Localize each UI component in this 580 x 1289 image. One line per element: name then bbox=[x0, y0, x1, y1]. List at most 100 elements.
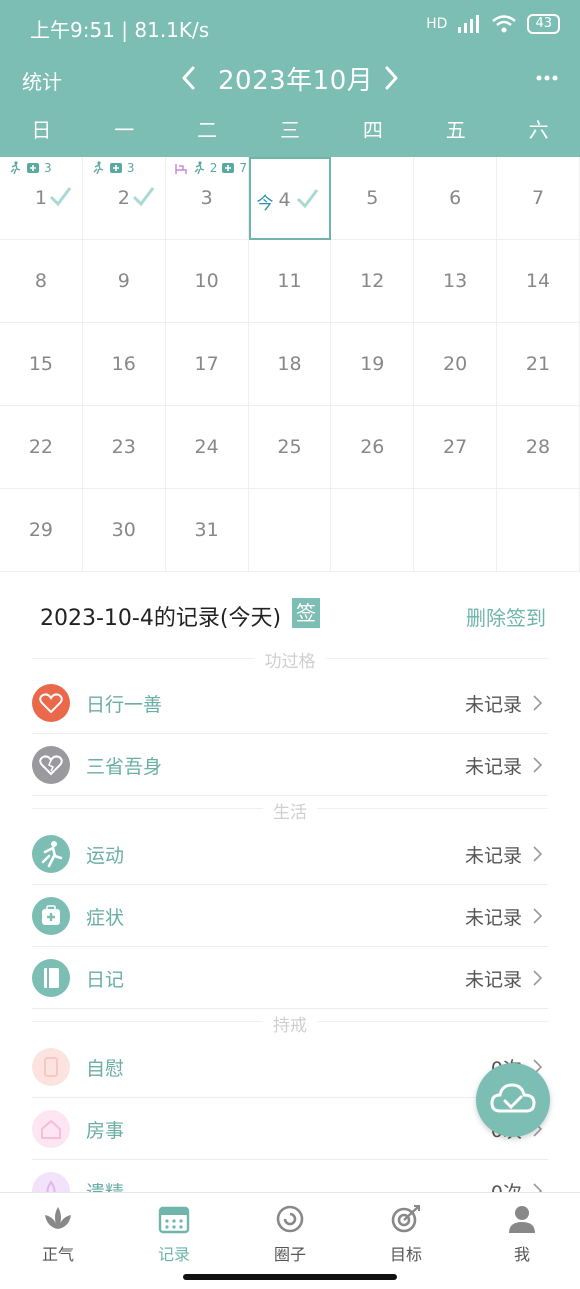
calendar-day[interactable]: 10 bbox=[165, 240, 249, 323]
list-item-exercise[interactable]: 运动 未记录 bbox=[32, 823, 548, 885]
calendar-day[interactable]: 14 bbox=[497, 240, 580, 323]
medkit-icon bbox=[26, 161, 40, 178]
day-number: 20 bbox=[443, 353, 468, 375]
calendar-day[interactable]: 25 bbox=[248, 406, 332, 489]
day-number: 28 bbox=[525, 436, 551, 458]
stats-button[interactable]: 统计 bbox=[22, 66, 62, 95]
notebook-icon bbox=[32, 959, 70, 997]
list-item-label: 三省吾身 bbox=[86, 756, 163, 778]
day-number: 7 bbox=[531, 187, 545, 209]
more-icon[interactable] bbox=[534, 64, 560, 92]
calendar-day[interactable]: 9 bbox=[82, 240, 166, 323]
day-number: 29 bbox=[28, 519, 54, 541]
calendar-day[interactable]: 23 bbox=[82, 406, 166, 489]
today-tag: 今 bbox=[256, 194, 274, 214]
calendar-day[interactable]: 19 bbox=[331, 323, 415, 406]
battery-indicator: 43 bbox=[527, 14, 560, 34]
calendar-day[interactable]: 18 bbox=[248, 323, 332, 406]
calendar-day[interactable]: 15 bbox=[0, 323, 83, 406]
calendar-day[interactable]: 26 bbox=[331, 406, 415, 489]
list-item-symptom[interactable]: 症状 未记录 bbox=[32, 885, 548, 947]
weekday-sun: 日 bbox=[31, 118, 52, 142]
list-item-value: 未记录 bbox=[464, 845, 522, 867]
calendar-day[interactable]: 28 bbox=[497, 406, 580, 489]
list-item-masturbation[interactable]: 自慰 0次 bbox=[32, 1036, 548, 1098]
heart-icon bbox=[32, 684, 70, 722]
calendar-day[interactable]: 31 bbox=[165, 489, 249, 572]
calendar-day[interactable]: 11 bbox=[248, 240, 332, 323]
calendar-day-1[interactable]: 3 1 bbox=[0, 157, 83, 240]
calendar-week-4: 22 23 24 25 26 27 28 bbox=[0, 406, 580, 489]
day-number: 24 bbox=[194, 436, 219, 458]
chevron-left-icon[interactable] bbox=[178, 64, 200, 92]
section-label-merit: 功过格 bbox=[0, 647, 580, 672]
day-record-marks: 2 7 bbox=[174, 161, 247, 178]
calendar-day[interactable]: 13 bbox=[414, 240, 498, 323]
running-icon bbox=[192, 161, 206, 178]
list-item-self-reflection[interactable]: 三省吾身 未记录 bbox=[32, 734, 548, 796]
running-icon bbox=[91, 161, 105, 178]
list-item-value: 未记录 bbox=[464, 694, 522, 716]
calendar-day[interactable]: 21 bbox=[497, 323, 580, 406]
cloud-sync-button[interactable] bbox=[476, 1063, 550, 1137]
day-number: 4 bbox=[278, 189, 291, 211]
day-number: 22 bbox=[28, 436, 54, 458]
calendar-day[interactable]: 17 bbox=[165, 323, 249, 406]
top-bar: 统计 2023年10月 bbox=[0, 56, 580, 104]
list-item-diary[interactable]: 日记 未记录 bbox=[32, 947, 548, 1009]
day-number: 17 bbox=[194, 353, 219, 375]
calendar-icon bbox=[158, 1206, 190, 1234]
exercise-count: 2 bbox=[209, 161, 218, 175]
check-icon bbox=[49, 187, 72, 207]
weekday-tue: 二 bbox=[197, 118, 218, 142]
calendar-day-7[interactable]: 7 bbox=[497, 157, 580, 240]
weekday-thu: 四 bbox=[362, 118, 383, 142]
calendar-day-6[interactable]: 6 bbox=[414, 157, 498, 240]
calendar-day[interactable]: 12 bbox=[331, 240, 415, 323]
weekday-fri: 五 bbox=[445, 118, 466, 142]
day-number: 9 bbox=[117, 270, 130, 292]
day-number: 26 bbox=[360, 436, 385, 458]
status-bar: 上午9:51 | 81.1K/s HD 43 bbox=[0, 0, 580, 56]
bed-icon bbox=[174, 161, 188, 178]
lotus-icon bbox=[45, 1207, 71, 1229]
calendar-day[interactable]: 29 bbox=[0, 489, 83, 572]
calendar-day[interactable]: 20 bbox=[414, 323, 498, 406]
status-icons: HD 43 bbox=[426, 14, 560, 34]
calendar-day-2[interactable]: 3 2 bbox=[82, 157, 166, 240]
calendar-day-4-today[interactable]: 今 4 bbox=[248, 157, 332, 240]
list-item-intimacy[interactable]: 房事 0次 bbox=[32, 1098, 548, 1160]
sign-badge[interactable]: 签 bbox=[292, 598, 320, 628]
tab-zhengqi[interactable]: 正气 bbox=[0, 1193, 116, 1289]
calendar-day[interactable]: 27 bbox=[414, 406, 498, 489]
calendar-day[interactable]: 30 bbox=[82, 489, 166, 572]
calendar-day-3[interactable]: 2 7 3 bbox=[165, 157, 249, 240]
day-number: 14 bbox=[525, 270, 551, 292]
calendar-day[interactable]: 16 bbox=[82, 323, 166, 406]
day-number: 19 bbox=[360, 353, 385, 375]
house-icon bbox=[32, 1110, 70, 1148]
calendar-day[interactable]: 8 bbox=[0, 240, 83, 323]
symptom-count: 3 bbox=[126, 161, 135, 175]
tab-me[interactable]: 我 bbox=[464, 1193, 580, 1289]
calendar-day[interactable]: 24 bbox=[165, 406, 249, 489]
calendar-day-5[interactable]: 5 bbox=[331, 157, 415, 240]
delete-checkin-button[interactable]: 删除签到 bbox=[466, 602, 546, 631]
list-item-value: 未记录 bbox=[464, 756, 522, 778]
day-number: 23 bbox=[111, 436, 136, 458]
day-number: 21 bbox=[525, 353, 551, 375]
chevron-right-icon[interactable] bbox=[380, 64, 402, 92]
user-icon bbox=[509, 1206, 535, 1233]
day-number: 3 bbox=[200, 187, 213, 209]
tab-label: 目标 bbox=[389, 1245, 422, 1264]
day-number: 25 bbox=[277, 436, 302, 458]
calendar-grid: 3 1 3 2 2 7 3 今 4 5 6 7 8 9 10 11 12 13 … bbox=[0, 157, 580, 572]
list-item-good-deed[interactable]: 日行一善 未记录 bbox=[32, 672, 548, 734]
list-item-value: 未记录 bbox=[464, 969, 522, 991]
day-number: 12 bbox=[360, 270, 385, 292]
day-record-marks: 3 bbox=[91, 161, 135, 178]
medkit-icon bbox=[221, 161, 235, 178]
section-label-text: 生活 bbox=[263, 803, 317, 823]
status-time: 上午9:51 | 81.1K/s bbox=[30, 18, 210, 42]
calendar-day[interactable]: 22 bbox=[0, 406, 83, 489]
